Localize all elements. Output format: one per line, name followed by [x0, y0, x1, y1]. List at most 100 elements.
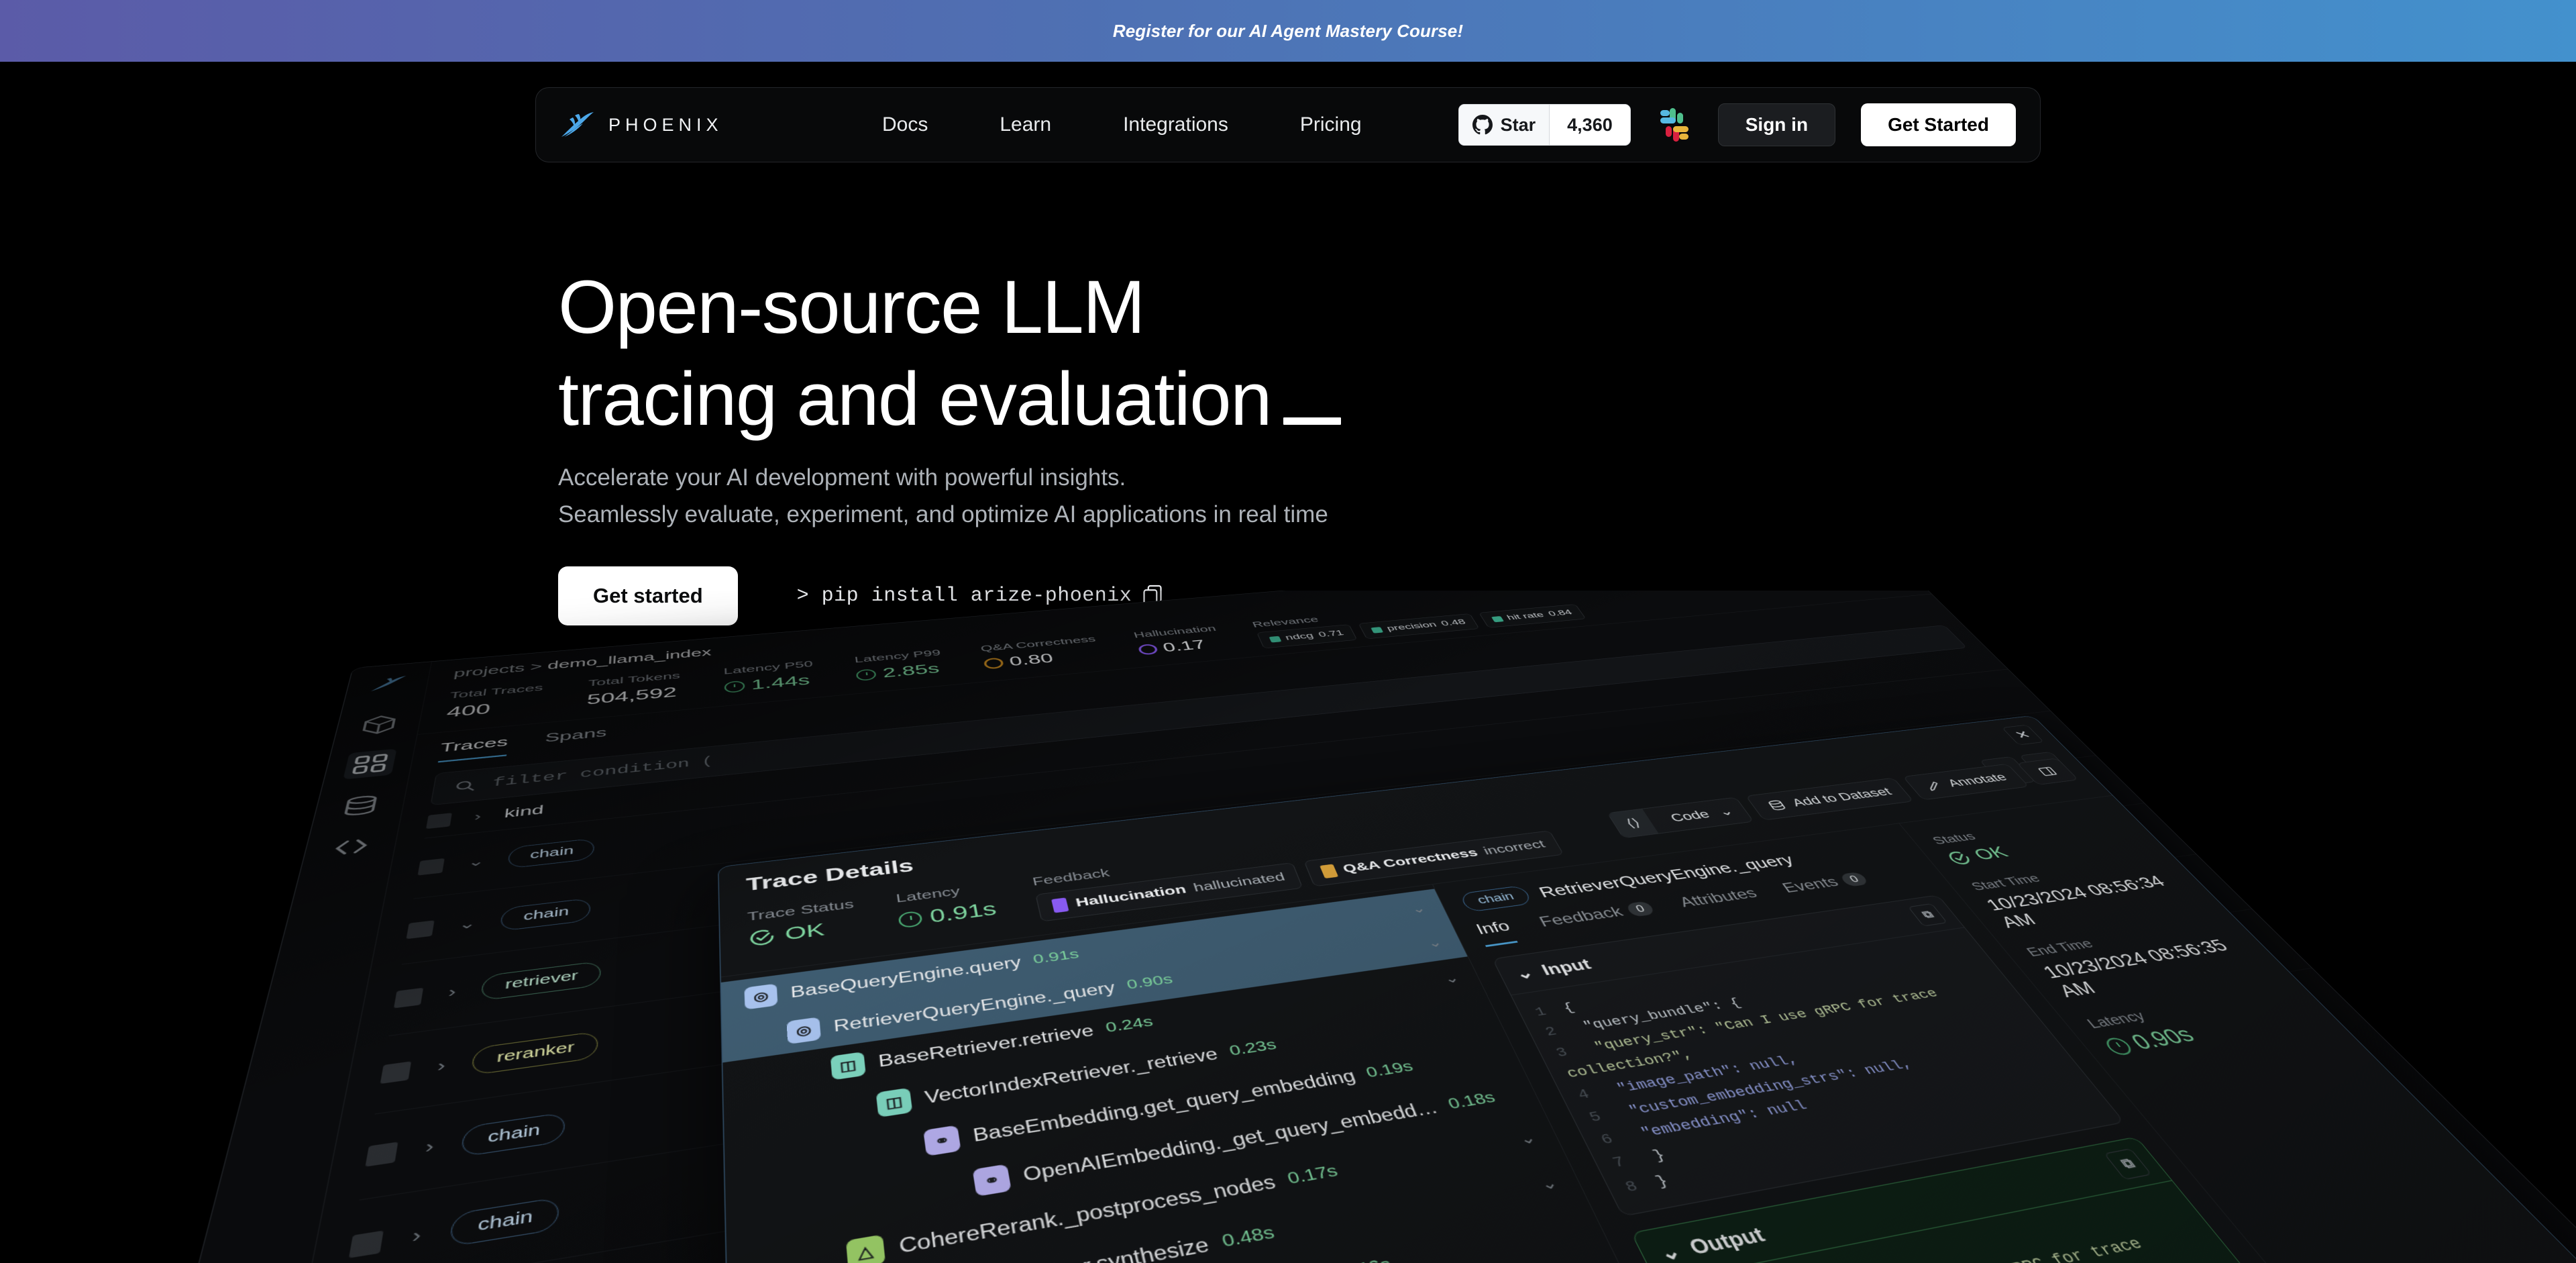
trace-status-block: Trace Status OK: [747, 897, 857, 950]
chevron-down-icon[interactable]: ⌄: [467, 854, 486, 870]
chevron-right-icon[interactable]: ›: [411, 1224, 423, 1248]
metric-value: 0.17: [1137, 636, 1225, 658]
kind-badge: retriever: [480, 960, 602, 1001]
hero-title-line2: tracing and evaluation: [558, 356, 1272, 441]
embedding-span-icon: ⚭: [972, 1164, 1012, 1197]
chevron-down-icon[interactable]: ⌄: [1515, 1127, 1539, 1148]
chevron-down-icon: ⌄: [1715, 805, 1737, 819]
swatch-icon: [1370, 626, 1383, 634]
chain-span-icon: ◎: [744, 983, 778, 1010]
chevron-down-icon: ⌄: [1655, 1240, 1686, 1263]
span-duration: 0.19s: [1363, 1058, 1415, 1081]
nav-link-learn[interactable]: Learn: [1000, 113, 1051, 136]
tab-attributes[interactable]: Attributes: [1676, 885, 1766, 918]
phoenix-bird-icon: [561, 112, 594, 137]
kind-badge: chain: [460, 1111, 566, 1158]
panel-layout-icon: [2035, 765, 2060, 777]
row-checkbox[interactable]: [380, 1060, 412, 1084]
clock-icon: [855, 668, 877, 681]
span-duration: 0.23s: [1227, 1036, 1279, 1059]
announcement-text: Register for our AI Agent Mastery Course…: [1112, 20, 1464, 41]
row-checkbox[interactable]: [365, 1141, 398, 1167]
metric-value-text: 0.80: [1008, 650, 1055, 669]
swatch-icon: [1269, 636, 1281, 643]
chevron-right-icon[interactable]: ›: [447, 983, 458, 1001]
announcement-banner[interactable]: Register for our AI Agent Mastery Course…: [0, 0, 2576, 62]
tab-events-label: Events: [1779, 874, 1842, 896]
tab-feedback-count: 0: [1625, 901, 1656, 917]
row-checkbox[interactable]: [394, 987, 424, 1008]
chevron-down-icon[interactable]: ⌄: [1441, 970, 1462, 987]
tab-events[interactable]: Events 0: [1778, 870, 1876, 903]
slack-icon[interactable]: [1656, 107, 1693, 143]
metric-total-traces: Total Traces 400: [445, 683, 543, 721]
hero-subtitle-line1: Accelerate your AI development with powe…: [558, 464, 1126, 491]
brand-name: PHOENIX: [608, 114, 723, 135]
trace-latency-text: 0.91s: [928, 898, 998, 927]
copy-icon[interactable]: ⧉: [1908, 903, 1948, 926]
chip-name: ndcg: [1283, 632, 1316, 642]
pencil-icon: [1921, 779, 1946, 792]
sign-in-button[interactable]: Sign in: [1717, 103, 1836, 146]
column-header-kind: kind: [503, 803, 545, 821]
code-label: Code: [1667, 807, 1713, 825]
clock-icon: [724, 680, 745, 694]
tab-info[interactable]: Info: [1473, 918, 1518, 948]
get-started-button[interactable]: Get Started: [1861, 103, 2016, 146]
embedding-span-icon: ⚭: [923, 1125, 961, 1156]
chevron-down-icon[interactable]: ⌄: [458, 915, 478, 932]
row-checkbox[interactable]: [348, 1229, 384, 1258]
chevron-right-icon[interactable]: ›: [436, 1056, 446, 1076]
copy-icon[interactable]: ⧉: [2104, 1148, 2153, 1180]
nav-link-integrations[interactable]: Integrations: [1123, 113, 1228, 136]
database-icon: [1765, 799, 1790, 812]
tab-traces[interactable]: Traces: [437, 734, 509, 763]
chip-name: hit rate: [1505, 611, 1546, 622]
metric-value: 1.44s: [724, 672, 815, 696]
metric-value: 2.85s: [855, 660, 945, 683]
chevron-down-icon[interactable]: ⌄: [1536, 1172, 1561, 1195]
metric-value-text: 1.44s: [751, 672, 810, 693]
feedback-color-swatch: [1320, 864, 1339, 879]
add-to-dataset-label: Add to Dataset: [1788, 785, 1895, 809]
kind-badge: reranker: [471, 1031, 598, 1076]
brand-logo[interactable]: PHOENIX: [560, 110, 869, 140]
breadcrumb-separator: >: [529, 660, 543, 674]
kind-badge: chain: [449, 1197, 560, 1248]
metric-value-text: 2.85s: [881, 660, 941, 680]
metric-latency-p50: Latency P50 1.44s: [724, 659, 815, 695]
github-star-count: 4,360: [1549, 105, 1630, 145]
product-screenshot-stage: projects > demo_llama_index Total Traces…: [0, 591, 2576, 1263]
chip-value: 0.84: [1546, 608, 1574, 618]
chevron-down-icon[interactable]: ⌄: [1424, 934, 1444, 950]
datasets-database-icon[interactable]: [337, 793, 383, 819]
tab-spans[interactable]: Spans: [543, 725, 607, 752]
row-checkbox[interactable]: [406, 919, 435, 939]
feedback-value: hallucinated: [1191, 870, 1287, 895]
row-checkbox[interactable]: [417, 858, 445, 876]
chevron-right-icon[interactable]: ›: [424, 1136, 435, 1158]
chevron-down-icon[interactable]: ⌄: [1408, 901, 1428, 916]
hero-section: Open-source LLM tracing and evaluation A…: [558, 262, 1833, 625]
span-latency-text: 0.90s: [2125, 1022, 2200, 1054]
metric-latency-p99: Latency P99 2.85s: [854, 648, 945, 683]
check-circle-icon: [748, 927, 777, 948]
typing-cursor: [1283, 417, 1341, 425]
chevron-right-icon: ›: [473, 809, 482, 823]
chip-value: 0.71: [1317, 629, 1346, 640]
cube-icon[interactable]: [358, 713, 400, 736]
tab-feedback[interactable]: Feedback 0: [1536, 899, 1661, 938]
nav-link-pricing[interactable]: Pricing: [1300, 113, 1362, 136]
hero-subtitle: Accelerate your AI development with powe…: [558, 460, 1833, 533]
nav-link-docs[interactable]: Docs: [882, 113, 928, 136]
code-brackets-icon[interactable]: [327, 833, 374, 861]
span-duration: 0.18s: [1445, 1089, 1499, 1113]
github-star-left: Star: [1458, 105, 1550, 145]
select-all-checkbox[interactable]: [426, 813, 452, 829]
clock-icon: [898, 910, 924, 929]
projects-grid-icon[interactable]: [342, 748, 396, 780]
check-circle-icon: [1943, 849, 1976, 867]
input-title: Input: [1538, 956, 1595, 979]
github-star-badge[interactable]: Star 4,360: [1458, 104, 1631, 146]
feedback-value: incorrect: [1481, 838, 1548, 858]
